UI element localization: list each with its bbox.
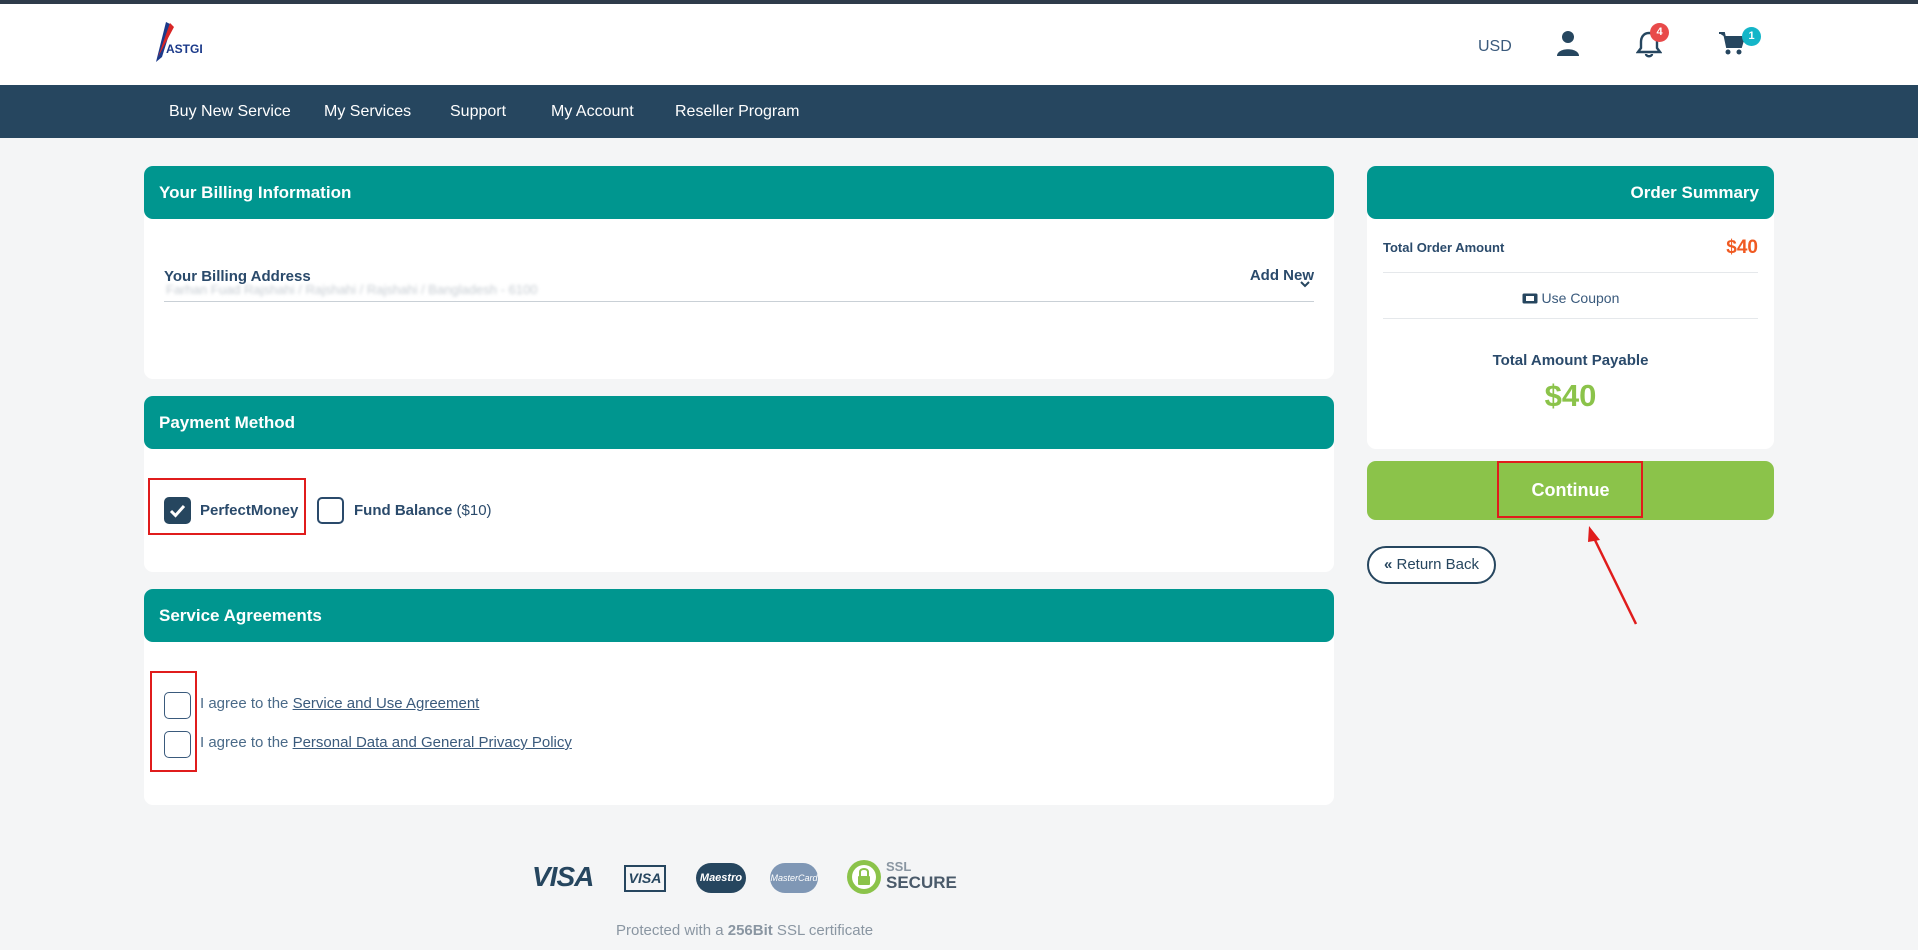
total-order-row: Total Order Amount $40 [1383, 237, 1758, 258]
summary-divider [1383, 272, 1758, 273]
mastercard-logo: MasterCard [770, 857, 820, 897]
total-payable-label: Total Amount Payable [1492, 352, 1649, 369]
nav-my-services[interactable]: My Services [324, 85, 411, 138]
maestro-logo: Maestro [696, 857, 746, 897]
return-back-label: Return Back [1396, 556, 1480, 573]
ssl-certificate-note: Protected with a 256Bit SSL certificate [616, 922, 873, 939]
use-coupon-link[interactable]: Use Coupon [1383, 290, 1758, 306]
annotation-box-agreements [150, 671, 197, 772]
privacy-policy-text: I agree to the Personal Data and General… [200, 734, 572, 751]
payment-method-panel: Payment Method PerfectMoney Fund Balance… [144, 396, 1334, 572]
chevron-down-icon[interactable] [1298, 277, 1312, 291]
fund-balance-option[interactable]: Fund Balance ($10) [354, 502, 492, 519]
total-order-label: Total Order Amount [1383, 240, 1505, 255]
secure-logo-text: SECURE [886, 873, 957, 892]
ssl-secure-logo: SSL SECURE [846, 857, 957, 897]
ticket-icon [1522, 293, 1538, 304]
visa-electron-logo-text: VISA [624, 865, 666, 892]
agreements-panel-title: Service Agreements [144, 589, 1334, 642]
billing-panel-title: Your Billing Information [144, 166, 1334, 219]
notification-count-badge: 4 [1650, 23, 1669, 42]
ssl-note-bits: 256Bit [727, 922, 773, 939]
fund-balance-amount: ($10) [456, 502, 492, 519]
user-icon[interactable] [1556, 30, 1584, 58]
total-payable-value: $40 [1544, 378, 1597, 413]
privacy-policy-prefix: I agree to the [200, 734, 293, 751]
privacy-policy-link[interactable]: Personal Data and General Privacy Policy [293, 734, 572, 751]
double-chevron-left-icon: « [1383, 556, 1393, 573]
ssl-note-suffix: SSL certificate [772, 922, 874, 939]
visa-electron-logo: VISA [624, 857, 668, 897]
visa-logo: VISA [532, 857, 602, 897]
service-agreement-link[interactable]: Service and Use Agreement [293, 695, 480, 712]
cart-count-badge: 1 [1742, 27, 1761, 46]
use-coupon-label: Use Coupon [1541, 290, 1620, 306]
service-agreements-panel: Service Agreements I agree to the Servic… [144, 589, 1334, 805]
site-logo[interactable]: ASTGD [152, 17, 208, 67]
annotation-arrow [1588, 526, 1638, 625]
billing-panel: Your Billing Information Your Billing Ad… [144, 166, 1334, 379]
summary-divider [1383, 318, 1758, 319]
nav-my-account[interactable]: My Account [551, 85, 634, 138]
billing-address-select[interactable]: Farhan Fuad Rajshahi / Rajshahi / Rajsha… [166, 282, 537, 297]
maestro-logo-text: Maestro [696, 863, 746, 893]
logo-text: ASTGD [166, 42, 202, 56]
annotation-box-payment [148, 478, 306, 535]
order-summary-panel: Order Summary Total Order Amount $40 Use… [1367, 166, 1774, 449]
ssl-logo-text: SSL [886, 859, 912, 874]
site-header: ASTGD USD 4 1 [0, 4, 1918, 85]
fund-balance-checkbox[interactable] [317, 497, 344, 524]
ssl-lock-icon [847, 860, 881, 894]
nav-support[interactable]: Support [450, 85, 506, 138]
service-agreement-text: I agree to the Service and Use Agreement [200, 695, 479, 712]
payment-panel-title: Payment Method [144, 396, 1334, 449]
annotation-box-continue [1497, 461, 1643, 518]
select-underline [164, 301, 1314, 302]
service-agreement-prefix: I agree to the [200, 695, 293, 712]
total-order-value: $40 [1726, 237, 1758, 258]
nav-buy-new-service[interactable]: Buy New Service [169, 85, 291, 138]
nav-reseller-program[interactable]: Reseller Program [675, 85, 799, 138]
ssl-note-prefix: Protected with a [616, 922, 728, 939]
mastercard-logo-text: MasterCard [770, 863, 818, 893]
order-summary-title: Order Summary [1367, 166, 1774, 219]
visa-logo-text: VISA [532, 861, 594, 892]
return-back-button[interactable]: « Return Back [1367, 546, 1496, 584]
fund-balance-label: Fund Balance [354, 502, 453, 519]
main-nav: Buy New Service My Services Support My A… [0, 85, 1918, 138]
currency-selector[interactable]: USD [1478, 38, 1512, 56]
